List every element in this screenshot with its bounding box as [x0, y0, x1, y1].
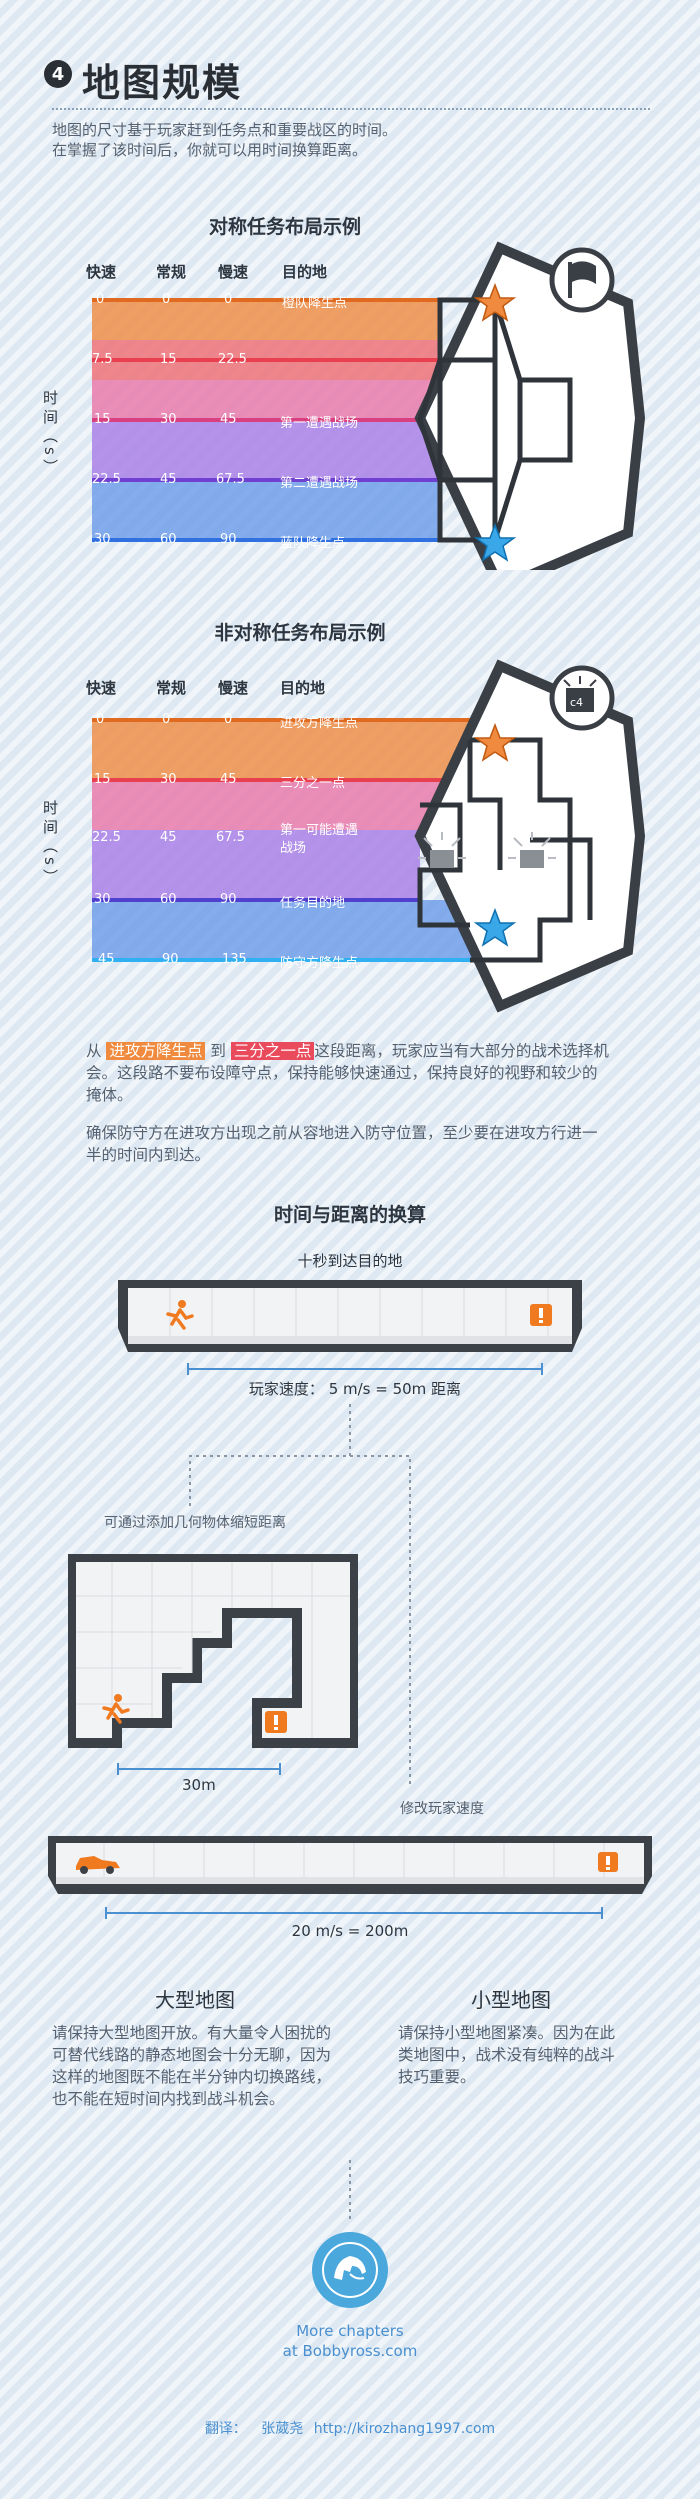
asym-row-4-slow: 135: [222, 952, 247, 967]
more-chapters-line2[interactable]: at Bobbyross.com: [0, 2342, 700, 2360]
asym-row-3-dest: 任务目的地: [280, 896, 346, 911]
asym-row-2-normal: 45: [160, 830, 177, 845]
asym-row-2-slow: 67.5: [216, 830, 245, 845]
sym-row-4-slow: 90: [220, 532, 237, 547]
asym-row-4-dest: 防守方降生点: [280, 956, 359, 971]
asym-row-4-fast: 45: [98, 952, 115, 967]
short-distance-arrow: [117, 1763, 281, 1775]
distance-arrow: [187, 1363, 543, 1375]
asym-row-0-fast: 0: [96, 712, 105, 727]
sym-row-4-normal: 60: [160, 532, 177, 547]
translator-name: 张葳尧: [261, 2421, 304, 2437]
asym-row-1-dest: 三分之一点: [280, 776, 346, 791]
intro-text: 地图的尺寸基于玩家赶到任务点和重要战区的时间。 在掌握了该时间后，你就可以用时间…: [52, 120, 397, 160]
intro-line-2: 在掌握了该时间后，你就可以用时间换算距离。: [52, 141, 368, 159]
asym-row-4-normal: 90: [162, 952, 179, 967]
short-distance-label: 30m: [182, 1776, 216, 1794]
sym-row-2-fast: 15: [94, 412, 111, 427]
asym-row-1-fast: 15: [94, 772, 111, 787]
sym-row-1-fast: 7.5: [92, 352, 113, 367]
flag-icon: [549, 247, 615, 313]
sym-row-0-dest: 橙队降生点: [282, 296, 348, 311]
attack-route-paragraph: 从 进攻方降生点 到 三分之一点 这段距离，玩家应当有大部分的战术选择机会。这段路…: [86, 1040, 610, 1106]
bobby-avatar-icon: [322, 2242, 378, 2298]
asym-row-1-slow: 45: [220, 772, 237, 787]
title-divider: [52, 108, 650, 110]
car-formula: 20 m/s = 200m: [291, 1922, 409, 1940]
sym-row-3-dest: 第二遭遇战场: [280, 476, 359, 491]
highlight-third-point: 三分之一点: [230, 1042, 315, 1060]
defender-paragraph: 确保防守方在进攻方出现之前从容地进入防守位置，至少要在进攻方行进一半的时间内到达…: [86, 1124, 598, 1164]
asym-row-0-dest: 进攻方降生点: [280, 716, 359, 731]
bobby-logo[interactable]: [312, 2232, 388, 2308]
translator-label: 翻译：: [204, 2421, 247, 2437]
sym-row-0-slow: 0: [224, 292, 233, 307]
sym-row-2-normal: 30: [160, 412, 177, 427]
svg-text:c4: c4: [570, 696, 583, 709]
sym-row-3-slow: 67.5: [216, 472, 245, 487]
asym-row-3-fast: 30: [94, 892, 111, 907]
asym-row-2-dest: 第一可能遭遇战场: [280, 823, 359, 856]
asym-row-3-normal: 60: [160, 892, 177, 907]
shortened-map: [68, 1554, 358, 1748]
asym-row-1-normal: 30: [160, 772, 177, 787]
sym-row-0-fast: 0: [96, 292, 105, 307]
intro-line-1: 地图的尺寸基于玩家赶到任务点和重要战区的时间。: [52, 121, 398, 139]
small-map-title: 小型地图: [471, 1988, 551, 2012]
band-orange: [92, 300, 440, 340]
sym-row-1-slow: 22.5: [218, 352, 247, 367]
geometry-note: 可通过添加几何物体缩短距离: [104, 1515, 286, 1531]
page-title: 地图规模: [82, 61, 243, 105]
modify-speed-note: 修改玩家速度: [400, 1801, 484, 1817]
c4-bomb-icon: c4: [549, 665, 615, 731]
sym-row-3-fast: 22.5: [92, 472, 121, 487]
sym-row-4-dest: 蓝队降生点: [280, 536, 346, 551]
symmetric-diagram: [92, 241, 646, 570]
band-pink: [92, 380, 440, 420]
sym-row-2-slow: 45: [220, 412, 237, 427]
highlight-attacker-spawn: 进攻方降生点: [106, 1042, 206, 1060]
corridor-vehicle: [48, 1836, 652, 1894]
long-distance-arrow: [105, 1907, 603, 1919]
sym-row-1-normal: 15: [160, 352, 177, 367]
translator-url[interactable]: http://kirozhang1997.com: [314, 2421, 495, 2437]
objective-box-icon: [598, 1852, 618, 1872]
ten-second-label: 十秒到达目的地: [297, 1252, 403, 1270]
objective-box-icon: [265, 1711, 287, 1733]
sym-row-4-fast: 30: [94, 532, 111, 547]
asym-row-0-slow: 0: [224, 712, 233, 727]
band-blue: [92, 480, 440, 540]
asym-row-3-slow: 90: [220, 892, 237, 907]
sym-row-3-normal: 45: [160, 472, 177, 487]
objective-box-icon: [530, 1304, 552, 1326]
sym-row-0-normal: 0: [162, 292, 171, 307]
asym-row-0-normal: 0: [162, 712, 171, 727]
band-purple: [92, 420, 440, 480]
small-map-body: 请保持小型地图紧凑。因为在此类地图中，战术没有纯粹的战斗技巧重要。: [398, 2024, 616, 2086]
para-prefix: 从: [86, 1042, 102, 1060]
conversion-title: 时间与距离的换算: [273, 1204, 426, 1226]
chapter-number-badge: 4: [44, 60, 72, 88]
large-map-title: 大型地图: [155, 1988, 235, 2012]
corridor-walking: [118, 1280, 582, 1352]
sym-row-2-dest: 第一遭遇战场: [280, 416, 359, 431]
para-mid: 到: [210, 1042, 226, 1060]
speed-formula: 玩家速度： 5 m/s = 50m 距离: [248, 1380, 462, 1398]
asym-row-2-fast: 22.5: [92, 830, 121, 845]
asymmetric-title: 非对称任务布局示例: [214, 622, 386, 644]
more-chapters-line1[interactable]: More chapters: [0, 2322, 700, 2340]
translator-credit: 翻译： 张葳尧 http://kirozhang1997.com: [0, 2418, 700, 2438]
large-map-body: 请保持大型地图开放。有大量令人困扰的可替代线路的静态地图会十分无聊，因为这样的地…: [52, 2024, 332, 2108]
